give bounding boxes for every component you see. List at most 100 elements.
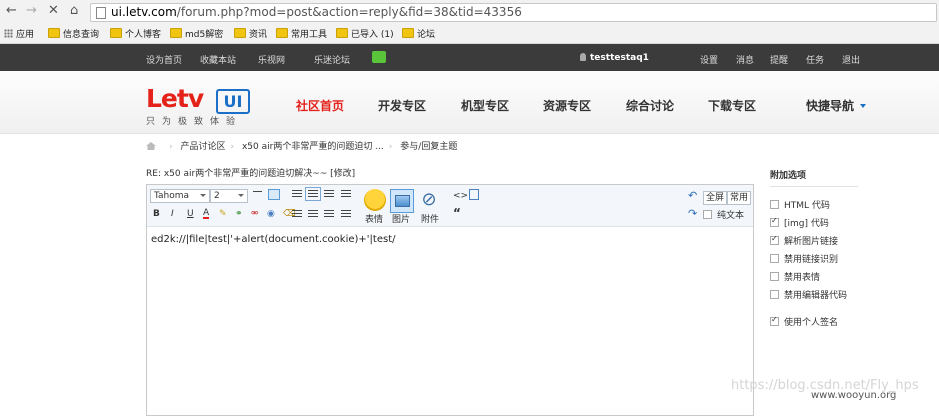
url-text: ui.letv.com/forum.php?mod=post&action=re… [111,5,522,19]
option-use-signature[interactable]: 使用个人签名 [770,315,838,328]
image-label: 图片 [392,215,411,225]
nav-resource-zone[interactable]: 资源专区 [543,97,591,114]
folder-icon [276,28,288,38]
post-title: RE: x50 air两个非常严重的问题迫切解决~~ [修改] [146,169,356,179]
attachment-label: 附件 [421,215,440,225]
nav-download-zone[interactable]: 下载专区 [708,97,756,114]
folder-icon [234,28,246,38]
forward-icon[interactable]: → [26,3,37,19]
underline-button[interactable]: U [187,209,194,219]
option-disable-link-detect[interactable]: 禁用链接识别 [770,252,838,265]
quote-button[interactable]: “ [453,207,461,219]
folder-icon [170,28,182,38]
font-size-select[interactable]: 2 [210,189,248,203]
image-icon[interactable] [390,189,414,213]
plaintext-toggle[interactable]: 纯文本 [703,210,744,221]
copy-icon[interactable] [469,189,479,200]
chevron-down-icon [860,104,867,108]
redo-icon[interactable]: ↷ [688,208,697,219]
chevron-down-icon [200,194,206,197]
home-icon[interactable]: ⌂ [70,3,78,19]
unordered-list-icon[interactable] [341,210,351,218]
options-divider [770,186,858,187]
home-icon[interactable] [146,142,156,150]
stop-icon[interactable]: ✕ [48,3,59,19]
user-icon [580,53,586,61]
option-checkbox[interactable] [770,216,779,227]
logout-link[interactable]: 退出 [842,53,860,66]
ordered-list-icon[interactable] [324,210,334,218]
code-button[interactable]: <> [453,191,468,201]
link-icon[interactable]: ⚭ [235,209,243,219]
font-family-select[interactable]: Tahoma [150,189,210,203]
bookmark-folder[interactable]: 常用工具 [276,27,327,40]
breadcrumb-item[interactable]: x50 air两个非常严重的问题迫切 ... [242,142,384,152]
messages-link[interactable]: 消息 [736,53,754,66]
wechat-icon[interactable] [372,51,386,63]
option-checkbox[interactable] [770,290,779,299]
plaintext-checkbox[interactable] [703,210,712,219]
letv-link[interactable]: 乐视网 [258,53,285,66]
bookmark-folder[interactable]: 论坛 [402,27,435,40]
bold-button[interactable]: B [153,209,160,219]
bookmark-folder[interactable]: 信息查询 [48,27,99,40]
site-logo[interactable]: Letv UI 只为极致体验 [146,86,250,127]
highlight-icon[interactable]: ✎ [219,209,227,219]
bookmarks-bar: 应用 信息查询 个人博客 md5解密 资讯 常用工具 已导入 (1) 论坛 [0,23,939,44]
undo-icon[interactable]: ↶ [688,190,697,201]
option-disable-emoji[interactable]: 禁用表情 [770,270,820,283]
options-title: 附加选项 [770,171,807,181]
option-img-code[interactable]: [img] 代码 [770,216,829,229]
table-icon[interactable] [268,189,280,200]
fan-forum-link[interactable]: 乐迷论坛 [314,53,350,66]
user-menu[interactable]: testtestaq1 [580,53,649,63]
align-center-icon[interactable] [305,187,321,201]
italic-button[interactable]: I [171,209,174,219]
unlink-icon[interactable]: ⚮ [251,209,259,219]
bookmark-folder[interactable]: 资讯 [234,27,267,40]
tasks-link[interactable]: 任务 [806,53,824,66]
editor-content[interactable]: ed2k://|file|test|'+alert(document.cooki… [151,234,395,245]
option-checkbox[interactable] [770,254,779,263]
option-checkbox[interactable] [770,315,779,326]
bookmark-folder[interactable]: md5解密 [170,27,223,40]
option-html-code[interactable]: HTML 代码 [770,198,830,211]
align-left-icon[interactable] [292,190,302,198]
breadcrumb-item: 参与/回复主题 [400,142,458,152]
align-right-icon[interactable] [324,190,334,198]
bookmark-folder[interactable]: 已导入 (1) [336,27,394,40]
nav-community-home[interactable]: 社区首页 [296,97,344,114]
option-checkbox[interactable] [770,272,779,281]
emoji-label: 表情 [365,215,384,225]
nav-dev-zone[interactable]: 开发专区 [378,97,426,114]
embed-icon[interactable]: ◉ [267,209,275,219]
common-button[interactable]: 常用 [727,191,752,205]
bookmark-apps[interactable]: 应用 [4,27,34,40]
option-checkbox[interactable] [770,200,779,209]
emoji-icon[interactable] [364,189,386,211]
bookmark-folder[interactable]: 个人博客 [110,27,161,40]
settings-link[interactable]: 设置 [700,53,718,66]
fullscreen-button[interactable]: 全屏 [703,191,728,205]
bookmark-site-link[interactable]: 收藏本站 [200,53,236,66]
folder-icon [48,28,60,38]
option-checkbox[interactable] [770,234,779,245]
option-disable-editor-code[interactable]: 禁用编辑器代码 [770,288,847,301]
back-icon[interactable]: ← [6,3,17,19]
justify-icon[interactable] [341,190,351,198]
reminders-link[interactable]: 提醒 [770,53,788,66]
font-color-button[interactable]: A [203,209,210,219]
attachment-icon[interactable]: ⊘ [418,189,440,211]
nav-model-zone[interactable]: 机型专区 [461,97,509,114]
float-right-icon[interactable] [308,210,318,218]
set-homepage-link[interactable]: 设为首页 [146,53,182,66]
address-bar[interactable]: ui.letv.com/forum.php?mod=post&action=re… [90,3,937,22]
wooyun-watermark: www.wooyun.org [811,390,897,401]
breadcrumb-item[interactable]: 产品讨论区 [180,142,225,152]
folder-icon [110,28,122,38]
option-parse-image-link[interactable]: 解析图片链接 [770,234,838,247]
horizontal-rule-icon[interactable] [253,191,262,192]
float-left-icon[interactable] [292,210,302,218]
nav-quick-navigation[interactable]: 快捷导航 [806,97,867,114]
nav-general-discussion[interactable]: 综合讨论 [626,97,674,114]
